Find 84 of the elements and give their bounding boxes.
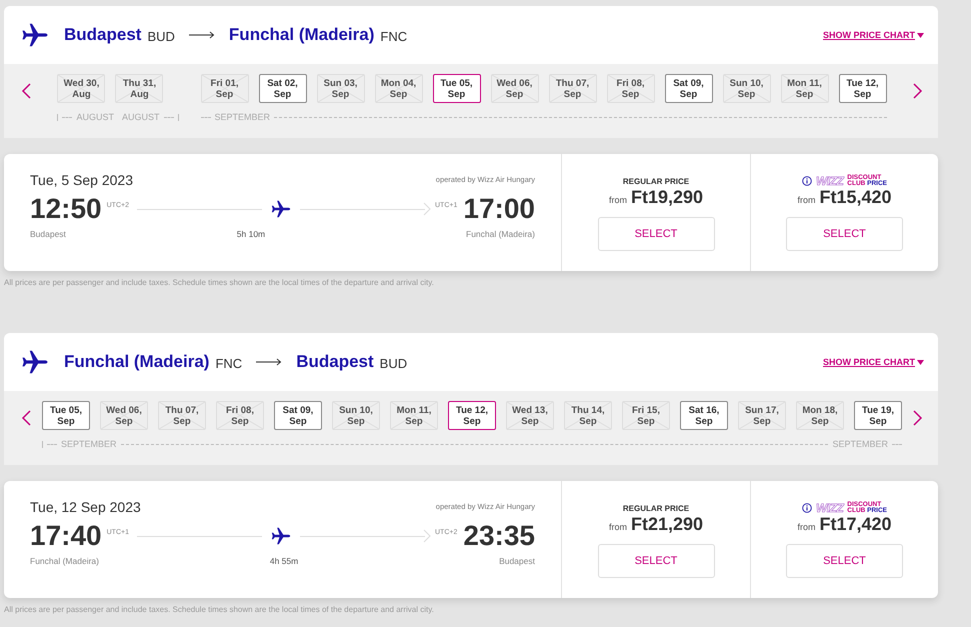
airport-code: FNC — [380, 28, 408, 44]
caret-icon — [917, 32, 924, 38]
date-tab[interactable]: Sat 16, Sep — [680, 401, 728, 430]
date-tab[interactable]: Thu 07, Sep — [548, 74, 597, 103]
date-tab[interactable]: Wed 30, Aug — [57, 74, 106, 103]
date-tab[interactable]: Sun 10, Sep — [332, 401, 380, 430]
destination-city: Budapest — [296, 352, 374, 372]
month-label: AUGUST — [122, 112, 160, 122]
date-tab[interactable]: Wed 06, Sep — [490, 74, 539, 103]
fare-price: Ft17,420 — [819, 514, 892, 535]
airplane-icon — [270, 525, 292, 547]
date-tab[interactable]: Fri 01, Sep — [200, 74, 249, 103]
month-label: SEPTEMBER — [61, 439, 117, 449]
from-label: from — [797, 195, 816, 205]
arrow-icon — [256, 358, 282, 366]
arrival-city: Funchal (Madeira) — [466, 229, 535, 239]
origin-city: Funchal (Madeira) — [64, 352, 210, 372]
date-tab[interactable]: Sun 10, Sep — [722, 74, 771, 103]
departure-city: Funchal (Madeira) — [30, 556, 99, 566]
from-label: from — [608, 195, 627, 205]
fare-title: REGULAR PRICE — [622, 176, 690, 186]
select-button[interactable]: SELECT — [786, 217, 903, 251]
fare-price: Ft21,290 — [630, 514, 704, 535]
airport-code: FNC — [215, 356, 242, 370]
caret-icon — [917, 360, 924, 364]
arrowhead-icon — [423, 529, 431, 543]
date-tab[interactable]: Tue 05, Sep — [432, 74, 481, 103]
date-tab[interactable]: Mon 11, Sep — [780, 74, 829, 103]
date-tab[interactable]: Mon 11, Sep — [390, 401, 438, 430]
date-tab[interactable]: Sat 09, Sep — [664, 74, 713, 103]
price-chart-link[interactable]: SHOW PRICE CHART — [823, 357, 924, 367]
date-tab[interactable]: Mon 04, Sep — [374, 74, 423, 103]
date-tab[interactable]: Sun 17, Sep — [738, 401, 786, 430]
info-icon[interactable] — [802, 503, 812, 513]
date-tab[interactable]: Tue 12, Sep — [448, 401, 496, 430]
date-tab[interactable]: Fri 08, Sep — [606, 74, 655, 103]
fare-price: Ft19,290 — [630, 187, 704, 208]
date-tab[interactable]: Thu 31, Aug — [115, 74, 164, 103]
airplane-icon — [270, 198, 292, 220]
arrival-city: Budapest — [499, 556, 535, 566]
arrowhead-icon — [423, 202, 431, 216]
price-note: All prices are per passenger and include taxes. Schedule times shown are the local times of the departure and arrival city. — [4, 278, 435, 287]
departure-city: Budapest — [30, 229, 66, 239]
select-button[interactable]: SELECT — [598, 544, 714, 578]
from-label: from — [608, 522, 627, 532]
select-button[interactable]: SELECT — [786, 544, 903, 578]
flight-duration: 5h 10m — [236, 229, 266, 239]
departure-time: 12:50 — [30, 193, 102, 225]
date-tab[interactable]: Tue 19, Sep — [854, 401, 902, 430]
date-tab[interactable]: Tue 05, Sep — [42, 401, 90, 430]
fare-title: REGULAR PRICE — [622, 503, 690, 513]
date-tab[interactable]: Thu 07, Sep — [158, 401, 206, 430]
date-tab[interactable]: Tue 12, Sep — [838, 74, 887, 103]
airport-code: BUD — [147, 28, 175, 44]
info-icon[interactable] — [802, 176, 812, 186]
month-label: SEPTEMBER — [214, 112, 270, 122]
month-label: SEPTEMBER — [832, 439, 888, 449]
month-label: AUGUST — [76, 112, 114, 122]
fare-price: Ft15,420 — [819, 187, 892, 208]
date-tab[interactable]: Thu 14, Sep — [564, 401, 612, 430]
origin-city: Budapest — [64, 25, 142, 45]
arrival-time: 17:00 — [463, 193, 535, 225]
flight-duration: 4h 55m — [270, 556, 298, 566]
date-tab[interactable]: Wed 13, Sep — [506, 401, 554, 430]
flight-date: Tue, 5 Sep 2023 — [30, 172, 134, 188]
airport-code: BUD — [380, 356, 408, 370]
destination-city: Funchal (Madeira) — [228, 25, 374, 45]
departure-time: 17:40 — [30, 520, 102, 552]
arrival-time: 23:35 — [463, 520, 535, 552]
club-logo: WIZZ — [816, 174, 844, 188]
date-tab[interactable]: Fri 15, Sep — [622, 401, 670, 430]
date-tab[interactable]: Sun 03, Sep — [316, 74, 365, 103]
arrow-icon — [188, 31, 215, 39]
club-logo: WIZZ — [816, 501, 844, 515]
select-button[interactable]: SELECT — [598, 217, 714, 251]
date-tab[interactable]: Sat 09, Sep — [274, 401, 322, 430]
price-chart-link[interactable]: SHOW PRICE CHART — [823, 30, 924, 40]
date-tab[interactable]: Fri 08, Sep — [216, 401, 264, 430]
from-label: from — [797, 522, 816, 532]
date-tab[interactable]: Sat 02, Sep — [258, 74, 307, 103]
flight-date: Tue, 12 Sep 2023 — [30, 499, 141, 515]
date-tab[interactable]: Wed 06, Sep — [100, 401, 148, 430]
date-tab[interactable]: Mon 18, Sep — [796, 401, 844, 430]
price-note: All prices are per passenger and include taxes. Schedule times shown are the local times of the departure and arrival city. — [4, 605, 435, 614]
